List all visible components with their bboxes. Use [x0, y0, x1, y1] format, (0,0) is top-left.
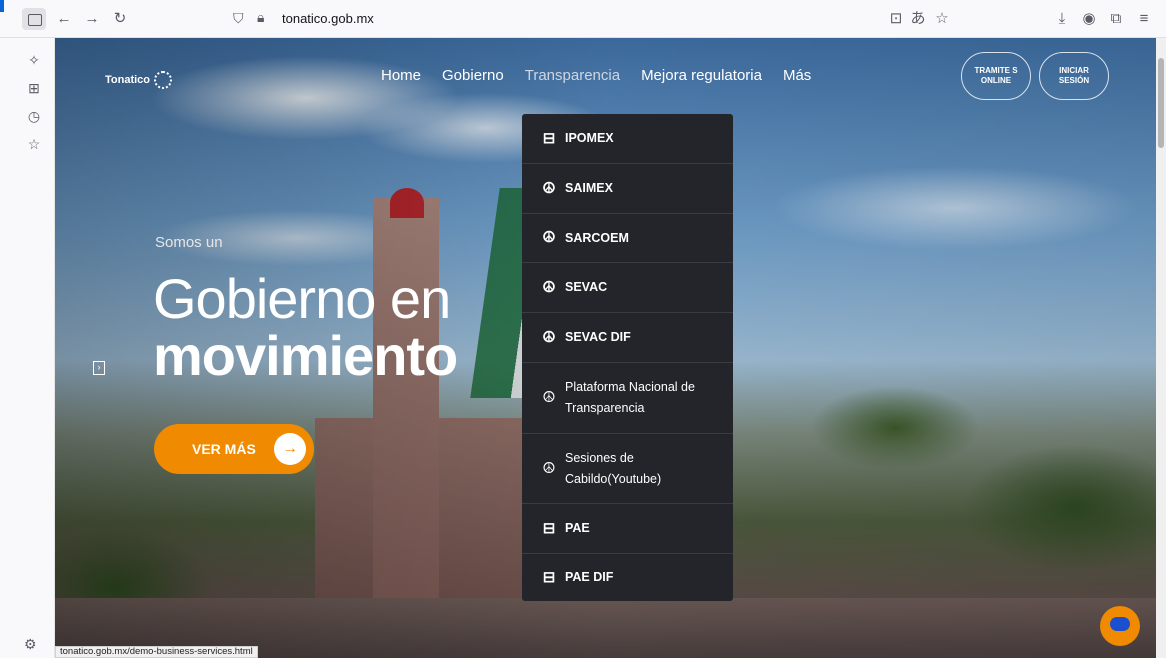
- chat-button[interactable]: [1100, 606, 1140, 646]
- address-bar[interactable]: ⛉ 🔒︎ tonatico.gob.mx: [225, 5, 1145, 33]
- settings-icon[interactable]: ⚙: [24, 636, 37, 653]
- account-icon[interactable]: ◉: [1079, 9, 1099, 29]
- nav-mejora-regulatoria[interactable]: Mejora regulatoria: [641, 67, 762, 84]
- translate-icon[interactable]: あ: [908, 9, 928, 29]
- peace-icon: ☮: [542, 389, 556, 406]
- menu-icon[interactable]: ≡: [1134, 9, 1154, 29]
- reload-icon[interactable]: ↻: [110, 9, 130, 29]
- dropdown-item-sesiones-cabildo[interactable]: ☮ Sesiones de Cabildo(Youtube): [522, 434, 733, 504]
- status-bar-url: tonatico.gob.mx/demo-business-services.h…: [55, 646, 258, 658]
- nav-mas[interactable]: Más: [783, 67, 811, 84]
- url-text[interactable]: tonatico.gob.mx: [282, 11, 374, 26]
- transparencia-dropdown: ⊟ IPOMEX ☮ SAIMEX ☮ SARCOEM ☮ SEVAC ☮ SE…: [522, 114, 733, 601]
- briefcase-icon: ⊟: [542, 129, 556, 147]
- briefcase-icon: ⊟: [542, 568, 556, 586]
- hero-intro: Somos un: [155, 234, 223, 251]
- login-button[interactable]: INICIAR SESIÓN: [1039, 52, 1109, 100]
- scrollbar-thumb[interactable]: [1158, 58, 1164, 148]
- dropdown-item-pae[interactable]: ⊟ PAE: [522, 504, 733, 554]
- dropdown-item-ipomex[interactable]: ⊟ IPOMEX: [522, 114, 733, 164]
- forward-icon[interactable]: →: [82, 9, 102, 29]
- main-nav: Home Gobierno Transparencia Mejora regul…: [381, 67, 832, 84]
- download-icon[interactable]: ⤓: [1052, 9, 1072, 29]
- shield-icon[interactable]: ⛉: [233, 10, 244, 27]
- dropdown-item-sevac-dif[interactable]: ☮ SEVAC DIF: [522, 313, 733, 363]
- browser-toolbar: ← → ↻ ⛉ 🔒︎ tonatico.gob.mx ⊡ あ ☆ ⤓ ◉ ⧉ ≡: [0, 0, 1166, 38]
- website-viewport: Tonatico Home Gobierno Transparencia Mej…: [55, 38, 1156, 658]
- dropdown-item-saimex[interactable]: ☮ SAIMEX: [522, 164, 733, 214]
- peace-icon: ☮: [542, 278, 556, 296]
- logo-text: Tonatico: [105, 74, 151, 86]
- sidebar-icon[interactable]: [22, 8, 46, 30]
- bookmark-star-icon[interactable]: ☆: [932, 9, 952, 29]
- ai-chat-icon[interactable]: ✧: [24, 50, 44, 70]
- back-icon[interactable]: ←: [54, 9, 74, 29]
- nav-transparencia[interactable]: Transparencia: [525, 67, 620, 84]
- site-logo[interactable]: Tonatico: [105, 68, 173, 92]
- nav-gobierno[interactable]: Gobierno: [442, 67, 504, 84]
- synced-tabs-icon[interactable]: ⊞: [24, 78, 44, 98]
- nav-home[interactable]: Home: [381, 67, 421, 84]
- peace-icon: ☮: [542, 229, 556, 246]
- lock-icon[interactable]: 🔒︎: [257, 9, 264, 26]
- peace-icon: ☮: [542, 328, 556, 346]
- logo-emblem-icon: [154, 71, 173, 89]
- ver-mas-label: VER MÁS: [192, 441, 256, 457]
- arrow-right-icon: →: [274, 433, 306, 465]
- ver-mas-button[interactable]: VER MÁS →: [154, 424, 314, 474]
- page-scrollbar[interactable]: [1156, 38, 1166, 658]
- browser-sidebar: ✧ ⊞ ◷ ☆: [0, 38, 55, 658]
- hero-title-line2: movimiento: [153, 324, 458, 387]
- dropdown-item-plataforma-nacional[interactable]: ☮ Plataforma Nacional de Transparencia: [522, 363, 733, 434]
- peace-icon: ☮: [542, 459, 556, 477]
- dropdown-item-sarcoem[interactable]: ☮ SARCOEM: [522, 214, 733, 263]
- slider-arrow-icon[interactable]: ›: [93, 361, 105, 375]
- dropdown-item-sevac[interactable]: ☮ SEVAC: [522, 263, 733, 313]
- extensions-icon[interactable]: ⧉: [1106, 9, 1126, 29]
- dropdown-item-pae-dif[interactable]: ⊟ PAE DIF: [522, 554, 733, 601]
- bookmarks-icon[interactable]: ☆: [24, 134, 44, 154]
- save-page-icon[interactable]: ⊡: [886, 9, 906, 29]
- briefcase-icon: ⊟: [542, 519, 556, 537]
- active-indicator: [0, 0, 4, 12]
- history-icon[interactable]: ◷: [24, 106, 44, 126]
- peace-icon: ☮: [542, 179, 556, 197]
- hero-title-line1: Gobierno en: [153, 267, 451, 330]
- tramites-online-button[interactable]: TRAMITE S ONLINE: [961, 52, 1031, 100]
